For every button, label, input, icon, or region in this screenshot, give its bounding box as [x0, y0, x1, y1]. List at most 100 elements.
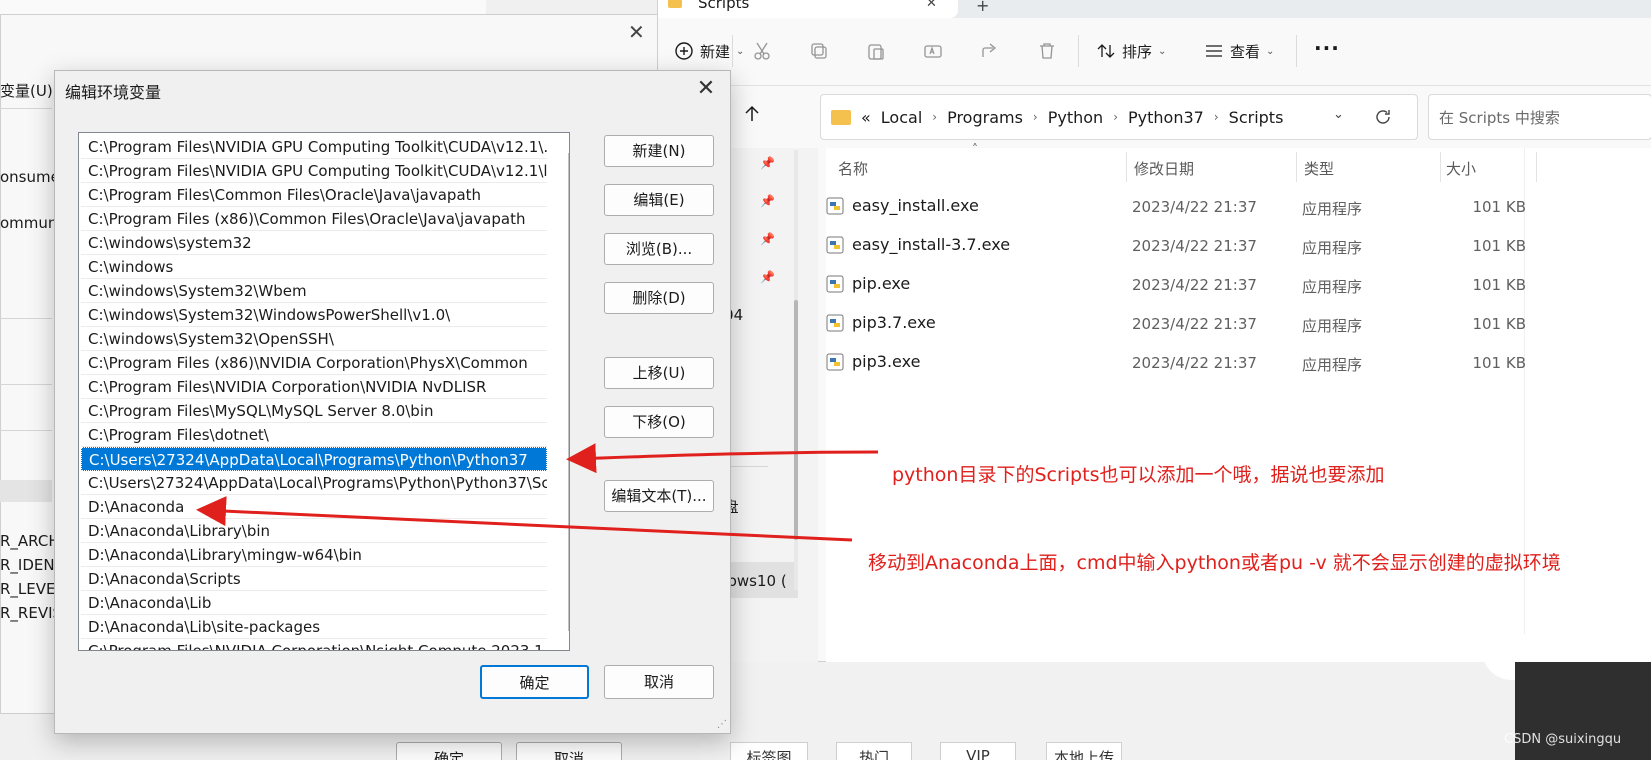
- path-item[interactable]: C:\windows\system32: [81, 231, 547, 255]
- ok-button[interactable]: 确定: [480, 665, 589, 699]
- file-type: 应用程序: [1302, 317, 1363, 335]
- path-item[interactable]: C:\windows\System32\Wbem: [81, 279, 547, 303]
- divider: [0, 108, 52, 109]
- edit-button[interactable]: 编辑(E): [604, 184, 714, 216]
- up-arrow-icon[interactable]: [742, 104, 762, 124]
- chevron-down-icon: ⌄: [736, 45, 745, 57]
- path-item[interactable]: C:\Program Files\NVIDIA GPU Computing To…: [81, 159, 547, 183]
- path-item[interactable]: C:\Program Files\dotnet\: [81, 423, 547, 447]
- path-list[interactable]: C:\Program Files\NVIDIA GPU Computing To…: [78, 132, 570, 651]
- column-header-date[interactable]: 修改日期: [1134, 158, 1194, 179]
- move-up-button[interactable]: 上移(U): [604, 357, 714, 389]
- path-item[interactable]: C:\Program Files (x86)\NVIDIA Corporatio…: [81, 351, 547, 375]
- path-item[interactable]: D:\Anaconda\Lib: [81, 591, 547, 615]
- chevron-right-icon: ›: [1213, 110, 1219, 124]
- column-header-name[interactable]: 名称: [838, 158, 868, 179]
- resize-grip-icon[interactable]: ⋰: [717, 719, 727, 730]
- breadcrumb-item[interactable]: Programs: [947, 108, 1023, 127]
- chevron-down-icon: ⌄: [1158, 45, 1167, 57]
- pin-icon[interactable]: 📌: [760, 270, 775, 284]
- file-size: 101 KB: [1472, 354, 1526, 372]
- bottom-tab[interactable]: 本地上传: [1046, 742, 1122, 760]
- command-bar: 新建 ⌄ 排序 ⌄ 查看 ⌄ ···: [658, 18, 1651, 86]
- path-item[interactable]: C:\Program Files\Common Files\Oracle\Jav…: [81, 183, 547, 207]
- file-date: 2023/4/22 21:37: [1132, 276, 1257, 294]
- pin-icon[interactable]: 📌: [760, 232, 775, 246]
- path-list-scrollbar[interactable]: [568, 153, 569, 631]
- background-ok-button[interactable]: 确定: [396, 742, 502, 760]
- sort-button[interactable]: 排序 ⌄: [1096, 35, 1166, 67]
- address-bar[interactable]: « Local › Programs › Python › Python37 ›…: [820, 94, 1418, 140]
- close-icon[interactable]: ✕: [691, 75, 721, 103]
- bottom-tab[interactable]: 标签图: [730, 742, 808, 760]
- path-item[interactable]: C:\Users\27324\AppData\Local\Programs\Py…: [81, 471, 547, 495]
- pin-icon[interactable]: 📌: [760, 194, 775, 208]
- file-name: pip3.7.exe: [852, 313, 936, 332]
- path-item[interactable]: C:\Program Files\NVIDIA Corporation\NVID…: [81, 375, 547, 399]
- background-cancel-button[interactable]: 取消: [516, 742, 622, 760]
- background-close-icon[interactable]: ✕: [628, 20, 645, 44]
- file-type: 应用程序: [1302, 278, 1363, 296]
- breadcrumb-item[interactable]: Python37: [1128, 108, 1204, 127]
- browse-button[interactable]: 浏览(B)...: [604, 233, 714, 265]
- file-row[interactable]: pip.exe 2023/4/22 21:37 应用程序 101 KB: [826, 266, 1536, 306]
- share-icon[interactable]: [980, 41, 1000, 61]
- path-item[interactable]: D:\Anaconda\Scripts: [81, 567, 547, 591]
- paste-icon[interactable]: [866, 41, 886, 61]
- path-item[interactable]: C:\windows: [81, 255, 547, 279]
- move-down-button[interactable]: 下移(O): [604, 406, 714, 438]
- search-input[interactable]: 在 Scripts 中搜索: [1428, 94, 1651, 140]
- path-item[interactable]: D:\Anaconda\Library\mingw-w64\bin: [81, 543, 547, 567]
- file-name: pip.exe: [852, 274, 911, 293]
- rename-icon[interactable]: [923, 41, 943, 61]
- edit-text-button[interactable]: 编辑文本(T)...: [604, 480, 714, 512]
- breadcrumb-item[interactable]: Python: [1048, 108, 1103, 127]
- path-item-selected[interactable]: C:\Users\27324\AppData\Local\Programs\Py…: [81, 447, 547, 471]
- path-item[interactable]: C:\Program Files\NVIDIA Corporation\Nsig…: [81, 639, 547, 650]
- python-exe-icon: [826, 314, 844, 331]
- sort-label: 排序: [1122, 42, 1153, 61]
- background-fragment: 变量(U): [0, 82, 53, 100]
- path-item[interactable]: D:\Anaconda: [81, 495, 547, 519]
- file-row[interactable]: pip3.7.exe 2023/4/22 21:37 应用程序 101 KB: [826, 305, 1536, 345]
- tab-scripts[interactable]: Scripts ✕: [658, 0, 958, 18]
- file-row[interactable]: pip3.exe 2023/4/22 21:37 应用程序 101 KB: [826, 344, 1536, 384]
- file-name: pip3.exe: [852, 352, 921, 371]
- python-exe-icon: [826, 353, 844, 370]
- close-tab-icon[interactable]: ✕: [926, 0, 937, 11]
- path-item[interactable]: C:\Program Files (x86)\Common Files\Orac…: [81, 207, 547, 231]
- file-row[interactable]: easy_install-3.7.exe 2023/4/22 21:37 应用程…: [826, 227, 1536, 267]
- path-item[interactable]: D:\Anaconda\Lib\site-packages: [81, 615, 547, 639]
- breadcrumb-item[interactable]: Local: [881, 108, 922, 127]
- path-item[interactable]: C:\Program Files\NVIDIA GPU Computing To…: [81, 135, 547, 159]
- column-header-size[interactable]: 大小: [1446, 158, 1476, 179]
- file-row[interactable]: easy_install.exe 2023/4/22 21:37 应用程序 10…: [826, 188, 1536, 228]
- bottom-tab[interactable]: 热门: [836, 742, 912, 760]
- view-button[interactable]: 查看 ⌄: [1204, 35, 1274, 67]
- path-item[interactable]: C:\Program Files\MySQL\MySQL Server 8.0\…: [81, 399, 547, 423]
- nav-scroll-thumb[interactable]: [794, 300, 798, 540]
- breadcrumb-item[interactable]: Scripts: [1229, 108, 1284, 127]
- new-button[interactable]: 新建 ⌄: [674, 35, 744, 67]
- copy-icon[interactable]: [809, 41, 829, 61]
- path-item[interactable]: C:\windows\System32\WindowsPowerShell\v1…: [81, 303, 547, 327]
- nav-scrollbar[interactable]: [794, 150, 798, 590]
- path-item[interactable]: D:\Anaconda\Library\bin: [81, 519, 547, 543]
- chevron-right-icon: ›: [932, 110, 938, 124]
- cancel-button[interactable]: 取消: [604, 665, 714, 699]
- bottom-tab[interactable]: VIP: [940, 742, 1016, 760]
- path-item[interactable]: C:\windows\System32\OpenSSH\: [81, 327, 547, 351]
- refresh-icon[interactable]: [1373, 107, 1393, 127]
- column-header-type[interactable]: 类型: [1304, 158, 1334, 179]
- new-button[interactable]: 新建(N): [604, 135, 714, 167]
- delete-icon[interactable]: [1037, 41, 1057, 61]
- cut-icon[interactable]: [752, 41, 772, 61]
- address-dropdown-icon[interactable]: ⌄: [1333, 107, 1344, 122]
- pin-icon[interactable]: 📌: [760, 156, 775, 170]
- more-options-icon[interactable]: ···: [1314, 36, 1340, 60]
- delete-button[interactable]: 删除(D): [604, 282, 714, 314]
- new-tab-icon[interactable]: +: [976, 0, 989, 15]
- breadcrumb-overflow[interactable]: «: [861, 108, 871, 127]
- file-name: easy_install-3.7.exe: [852, 235, 1011, 254]
- file-date: 2023/4/22 21:37: [1132, 198, 1257, 216]
